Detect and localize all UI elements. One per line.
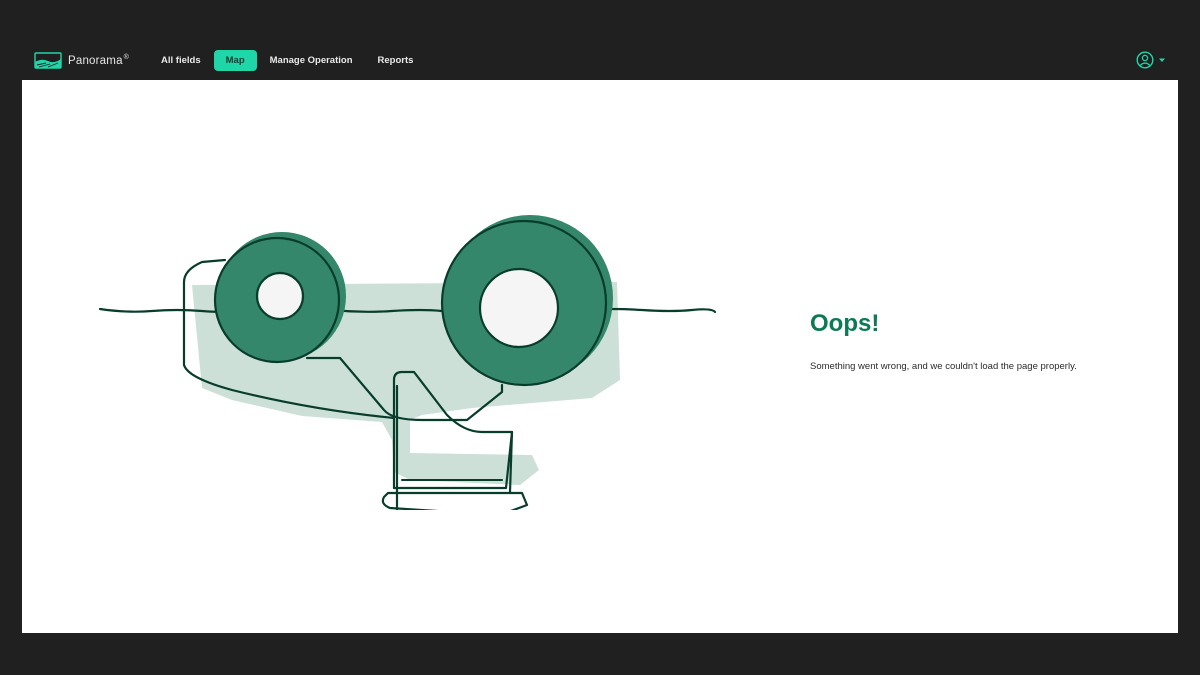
nav-item-map[interactable]: Map bbox=[213, 49, 257, 71]
brand-name: Panorama® bbox=[68, 53, 130, 67]
top-navigation-bar: Panorama® All fields Map Manage Operatio… bbox=[22, 40, 1178, 80]
roof-outline bbox=[381, 491, 529, 510]
user-menu-button[interactable] bbox=[1136, 51, 1166, 69]
error-title: Oops! bbox=[810, 310, 880, 337]
caret-down-icon bbox=[1159, 58, 1165, 62]
nav-item-manage-operation[interactable]: Manage Operation bbox=[258, 50, 365, 71]
registered-mark: ® bbox=[123, 53, 130, 61]
small-wheel-hub bbox=[255, 271, 305, 321]
field-landscape-icon bbox=[34, 52, 62, 69]
main-nav: All fields Map Manage Operation Reports bbox=[149, 49, 426, 71]
large-wheel-hub bbox=[478, 267, 560, 349]
main-content: Oops! Something went wrong, and we could… bbox=[22, 80, 1178, 633]
upside-down-tractor-illustration bbox=[98, 215, 717, 510]
nav-item-reports[interactable]: Reports bbox=[366, 50, 426, 71]
error-message: Something went wrong, and we couldn't lo… bbox=[810, 361, 1077, 372]
nav-item-all-fields[interactable]: All fields bbox=[149, 50, 213, 71]
brand-logo-link[interactable]: Panorama® bbox=[34, 50, 129, 70]
user-circle-icon bbox=[1136, 51, 1154, 69]
